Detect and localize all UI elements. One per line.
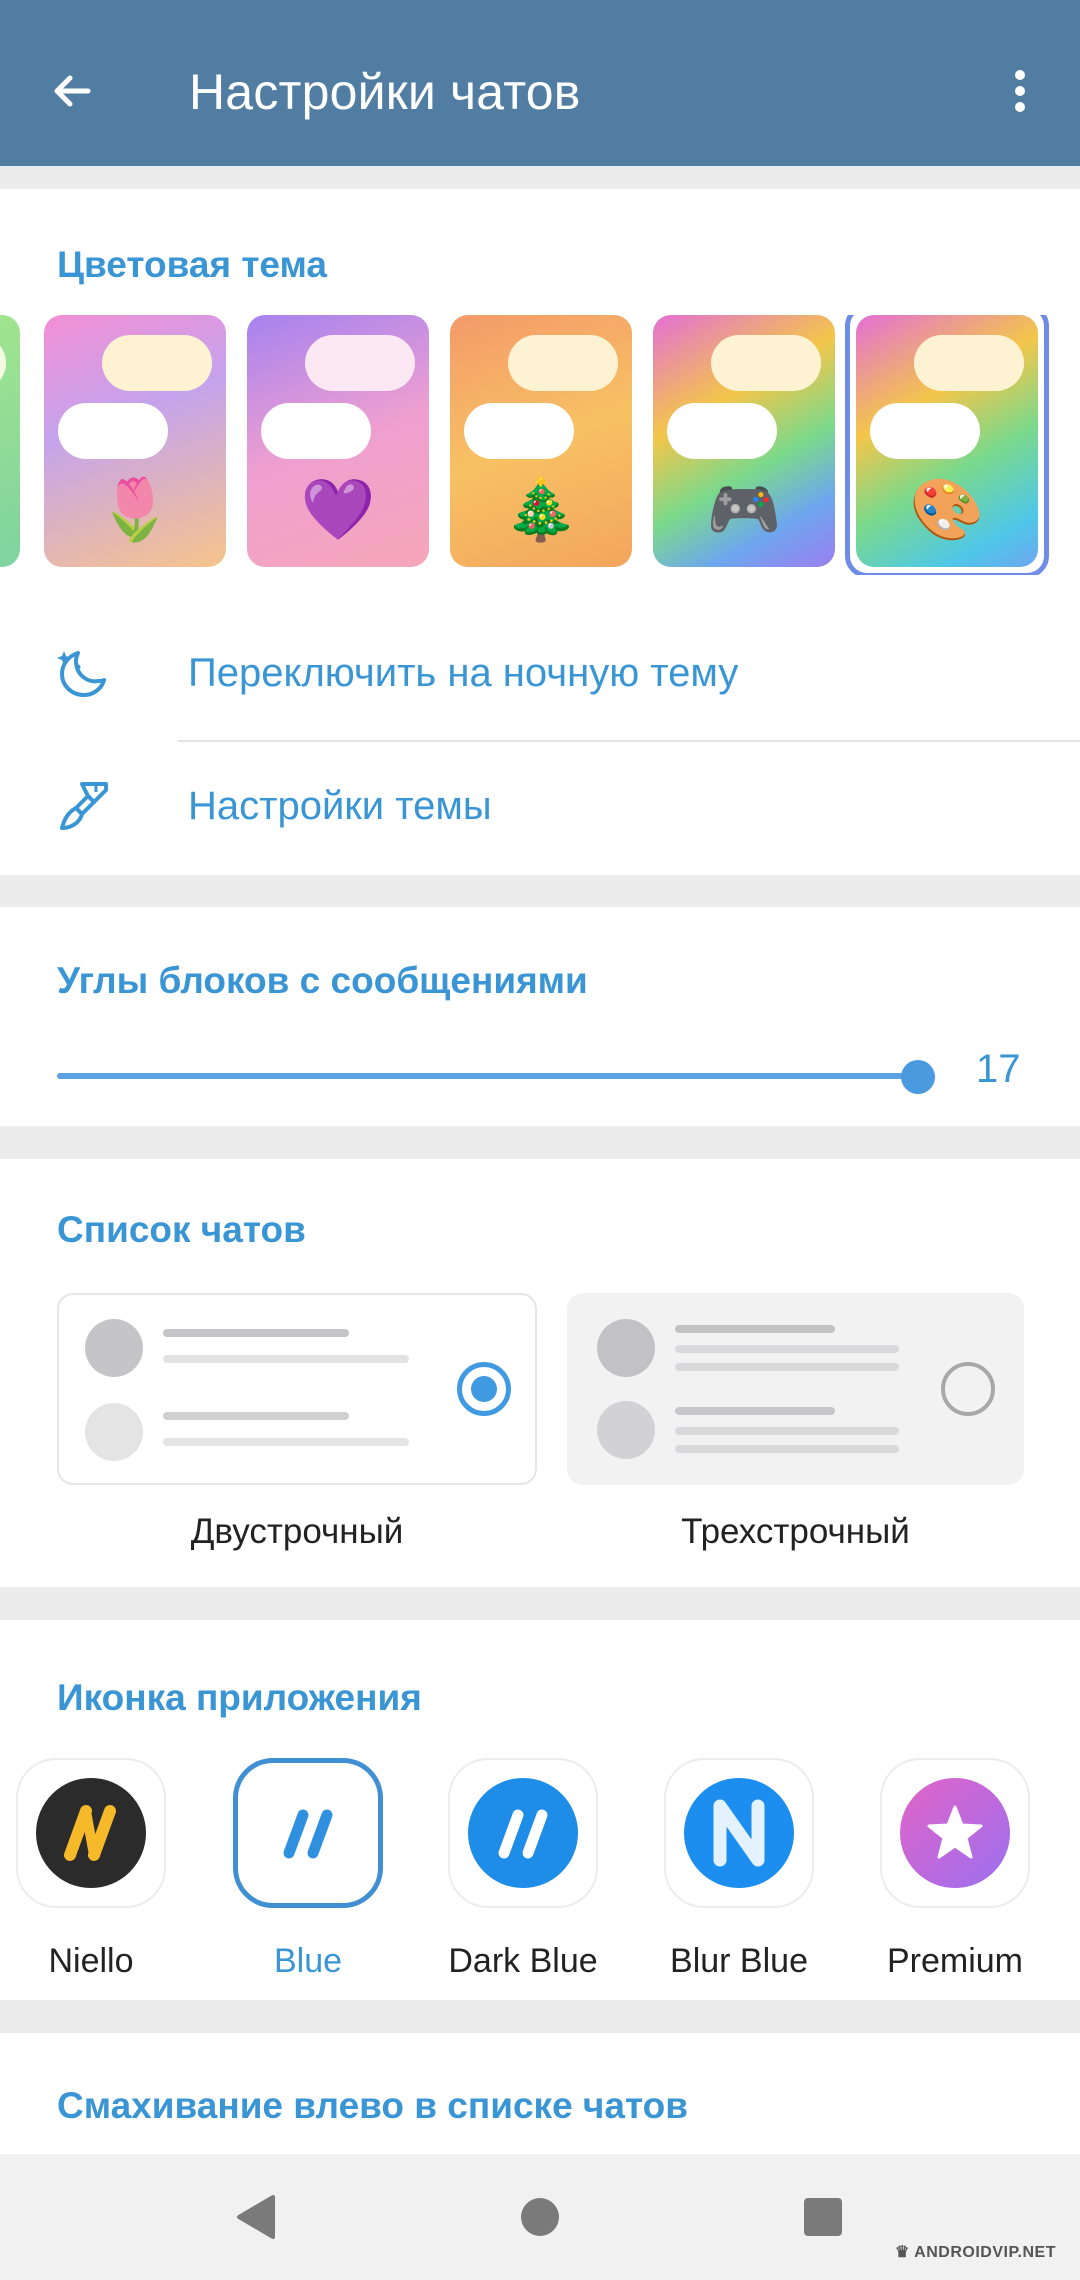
selected-theme-frame xyxy=(845,315,1049,575)
two-line-preview[interactable] xyxy=(57,1293,537,1485)
swipe-section: Смахивание влево в списке чатов xyxy=(0,2033,1080,2154)
app-icon-dark-blue[interactable] xyxy=(448,1758,598,1908)
theme-card-green[interactable] xyxy=(0,315,20,567)
two-line-label: Двустрочный xyxy=(190,1512,404,1551)
nav-recents-button[interactable] xyxy=(790,2184,856,2250)
tulip-emoji: 🌷 xyxy=(97,476,173,543)
color-theme-section: Цветовая тема 🌷 💜 🎄 🎮 🎨 Переключить на н… xyxy=(0,189,1080,875)
corners-slider-track[interactable] xyxy=(57,1073,935,1079)
more-vertical-icon xyxy=(1015,70,1025,112)
swipe-title: Смахивание влево в списке чатов xyxy=(57,2085,688,2126)
nav-back-button[interactable] xyxy=(222,2184,288,2250)
corners-value: 17 xyxy=(976,1047,1021,1091)
app-icon-title: Иконка приложения xyxy=(57,1677,422,1718)
night-mode-label: Переключить на ночную тему xyxy=(188,651,739,695)
more-options-button[interactable] xyxy=(984,55,1056,127)
chat-list-title: Список чатов xyxy=(57,1209,306,1250)
triangle-back-icon xyxy=(237,2195,275,2239)
circle-home-icon xyxy=(521,2198,559,2236)
app-icon-dark-blue-label: Dark Blue xyxy=(448,1942,598,1980)
theme-card-tulip[interactable]: 🌷 xyxy=(44,315,226,567)
page-title: Настройки чатов xyxy=(189,64,581,120)
niello-logo-icon xyxy=(64,1805,116,1861)
three-line-preview[interactable] xyxy=(567,1293,1024,1485)
watermark: ♛ ANDROIDVIP.NET xyxy=(895,2242,1056,2262)
system-nav-bar: ♛ ANDROIDVIP.NET xyxy=(0,2154,1080,2280)
night-mode-row[interactable]: Переключить на ночную тему xyxy=(0,608,1080,738)
app-icon-blue[interactable] xyxy=(233,1758,383,1908)
two-line-radio[interactable] xyxy=(457,1362,511,1416)
square-recents-icon xyxy=(804,2198,842,2236)
blue-logo-icon xyxy=(283,1809,333,1859)
tree-emoji: 🎄 xyxy=(503,476,579,543)
chat-list-section: Список чатов Двустрочный Трехстрочный xyxy=(0,1159,1080,1587)
corners-section: Углы блоков с сообщениями 17 xyxy=(0,907,1080,1126)
theme-card-heart[interactable]: 💜 xyxy=(247,315,429,567)
app-icon-blue-label: Blue xyxy=(273,1942,343,1980)
color-theme-title: Цветовая тема xyxy=(57,244,327,285)
app-icon-blur-blue-label: Blur Blue xyxy=(670,1942,808,1980)
three-line-label: Трехстрочный xyxy=(681,1512,910,1551)
paint-brush-icon xyxy=(60,782,108,830)
app-icon-niello-label: Niello xyxy=(48,1942,134,1980)
back-button[interactable] xyxy=(36,55,108,127)
three-line-radio[interactable] xyxy=(941,1362,995,1416)
theme-card-tree[interactable]: 🎄 xyxy=(450,315,632,567)
theme-settings-label: Настройки темы xyxy=(188,784,492,828)
blur-blue-logo-icon xyxy=(713,1799,765,1867)
gamepad-emoji: 🎮 xyxy=(706,476,782,543)
watermark-text: ANDROIDVIP.NET xyxy=(914,2244,1056,2261)
crown-icon: ♛ xyxy=(894,2244,915,2261)
nav-home-button[interactable] xyxy=(507,2184,573,2250)
corners-title: Углы блоков с сообщениями xyxy=(57,960,588,1001)
corners-slider-thumb[interactable] xyxy=(901,1060,935,1094)
star-icon xyxy=(927,1805,983,1859)
screen: Настройки чатов Цветовая тема 🌷 💜 🎄 🎮 🎨 … xyxy=(0,0,1080,2280)
app-icon-section: Иконка приложения Niello Blue Dark Blue … xyxy=(0,1620,1080,2000)
moon-stars-icon xyxy=(57,651,106,697)
app-icon-premium-label: Premium xyxy=(886,1942,1024,1980)
theme-settings-row[interactable]: Настройки темы xyxy=(0,741,1080,871)
theme-carousel[interactable]: 🌷 💜 🎄 🎮 🎨 xyxy=(0,315,1080,575)
app-icon-niello[interactable] xyxy=(16,1758,166,1908)
app-icon-premium[interactable] xyxy=(880,1758,1030,1908)
arrow-left-icon xyxy=(54,75,91,107)
dark-blue-logo-icon xyxy=(498,1809,548,1859)
heart-emoji: 💜 xyxy=(300,476,376,543)
theme-card-gamepad[interactable]: 🎮 xyxy=(653,315,835,567)
app-bar: Настройки чатов xyxy=(0,0,1080,166)
app-icon-blur-blue[interactable] xyxy=(664,1758,814,1908)
